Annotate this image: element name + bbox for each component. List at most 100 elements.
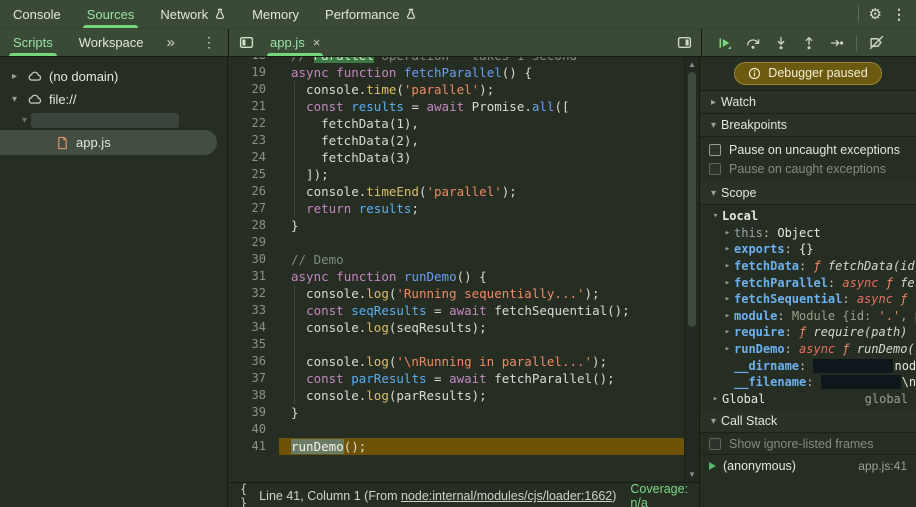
scope-row-Local[interactable]: ▾Local [700, 208, 916, 225]
line-number[interactable]: 29 [228, 234, 279, 251]
code-line-41[interactable]: 41runDemo(); [228, 438, 685, 455]
line-number[interactable]: 36 [228, 353, 279, 370]
panel-tab-memory[interactable]: Memory [239, 0, 312, 28]
pretty-print-icon[interactable]: { } [240, 482, 247, 507]
scope-row-fetchSequential[interactable]: ▸fetchSequential: async ƒ fetchSequentia… [700, 291, 916, 308]
chevron-right-icon[interactable]: ▸ [8, 71, 21, 82]
tree-item-nodomain[interactable]: ▸(no domain) [0, 65, 227, 88]
chevron-right-icon[interactable]: ▸ [721, 327, 734, 337]
scope-row-this[interactable]: ▸this: Object [700, 225, 916, 242]
code-line-37[interactable]: 37 const parResults = await fetchParalle… [228, 370, 685, 387]
line-number[interactable]: 40 [228, 421, 279, 438]
line-number[interactable]: 21 [228, 98, 279, 115]
scope-row-fetchData[interactable]: ▸fetchData: ƒ fetchData(id) [700, 258, 916, 275]
scroll-down-icon[interactable]: ▼ [685, 470, 699, 479]
scope-row-require[interactable]: ▸require: ƒ require(path) [700, 324, 916, 341]
section-scope[interactable]: ▾ Scope [700, 182, 916, 205]
deactivate-breakpoints-button[interactable] [864, 32, 889, 54]
pause-uncaught-row[interactable]: Pause on uncaught exceptions [700, 140, 916, 159]
line-number[interactable]: 25 [228, 166, 279, 183]
chevron-down-icon[interactable]: ▾ [8, 94, 21, 105]
line-number[interactable]: 38 [228, 387, 279, 404]
panel-tab-console[interactable]: Console [0, 0, 74, 28]
line-number[interactable]: 37 [228, 370, 279, 387]
code-line-28[interactable]: 28} [228, 217, 685, 234]
panel-tab-performance[interactable]: Performance [312, 0, 430, 28]
line-number[interactable]: 39 [228, 404, 279, 421]
scope-row-Global[interactable]: ▸Globalglobal [700, 391, 916, 408]
code-line-22[interactable]: 22 fetchData(1), [228, 115, 685, 132]
tree-item-folder-redacted[interactable]: ▾ [0, 111, 227, 130]
code-line-35[interactable]: 35 [228, 336, 685, 353]
chevron-right-icon[interactable]: ▸ [709, 394, 722, 404]
call-stack-frame[interactable]: (anonymous) app.js:41 [700, 455, 916, 477]
code-line-32[interactable]: 32 console.log('Running sequentially...'… [228, 285, 685, 302]
chevron-down-icon[interactable]: ▾ [709, 211, 722, 221]
navigator-toggle-icon[interactable] [239, 35, 254, 50]
code-line-29[interactable]: 29 [228, 234, 685, 251]
checkbox-icon[interactable] [709, 144, 721, 156]
code-line-38[interactable]: 38 console.log(parResults); [228, 387, 685, 404]
chevron-right-icon[interactable]: ▸ [721, 344, 734, 354]
tab-appjs[interactable]: app.js × [260, 29, 330, 56]
chevron-down-icon[interactable]: ▾ [18, 115, 31, 126]
chevron-right-icon[interactable]: ▸ [721, 228, 734, 238]
panel-tab-network[interactable]: Network [147, 0, 239, 28]
scope-row-module[interactable]: ▸module: Module {id: '.', path [700, 308, 916, 325]
code-line-27[interactable]: 27 return results; [228, 200, 685, 217]
close-icon[interactable]: × [313, 35, 321, 50]
more-vert-icon[interactable]: ⋮ [892, 6, 906, 23]
line-number[interactable]: 20 [228, 81, 279, 98]
scope-row-filename[interactable]: __filename: \nodejs [700, 374, 916, 391]
chevron-right-icon[interactable]: ▸ [721, 311, 734, 321]
line-number[interactable]: 32 [228, 285, 279, 302]
tree-item-file[interactable]: ▾file:// [0, 88, 227, 111]
ignore-listed-row[interactable]: Show ignore-listed frames [700, 433, 916, 455]
chevron-right-icon[interactable]: ▸ [721, 278, 734, 288]
navigator-tab-scripts[interactable]: Scripts [0, 29, 66, 56]
chevron-right-icon[interactable]: ▸ [721, 294, 734, 304]
checkbox-icon[interactable] [709, 438, 721, 450]
line-number[interactable]: 34 [228, 319, 279, 336]
scrollbar-thumb[interactable] [688, 72, 696, 327]
line-number[interactable]: 23 [228, 132, 279, 149]
section-watch[interactable]: ▸ Watch [700, 91, 916, 114]
navigator-tab-workspace[interactable]: Workspace [66, 29, 157, 56]
line-number[interactable]: 41 [228, 438, 279, 455]
code-line-33[interactable]: 33 const seqResults = await fetchSequent… [228, 302, 685, 319]
line-number[interactable]: 35 [228, 336, 279, 353]
line-number[interactable]: 18 [228, 57, 279, 64]
step-over-button[interactable] [740, 32, 765, 54]
gear-icon[interactable]: ⚙ [869, 5, 882, 23]
code-line-20[interactable]: 20 console.time('parallel'); [228, 81, 685, 98]
line-number[interactable]: 26 [228, 183, 279, 200]
pause-caught-row[interactable]: Pause on caught exceptions [700, 159, 916, 178]
loader-link[interactable]: node:internal/modules/cjs/loader:1662 [401, 489, 612, 503]
code-line-23[interactable]: 23 fetchData(2), [228, 132, 685, 149]
editor-scrollbar[interactable]: ▲ ▼ [684, 57, 699, 482]
step-out-button[interactable] [796, 32, 821, 54]
checkbox-icon[interactable] [709, 163, 721, 175]
navigator-more-icon[interactable]: ⋮ [202, 34, 228, 51]
code-line-36[interactable]: 36 console.log('\nRunning in parallel...… [228, 353, 685, 370]
tree-item-appjs[interactable]: app.js [0, 130, 217, 155]
hide-debugger-panel-icon[interactable] [677, 35, 692, 50]
step-button[interactable] [824, 32, 849, 54]
scope-row-fetchParallel[interactable]: ▸fetchParallel: async ƒ fetchParallel() [700, 274, 916, 291]
code-line-21[interactable]: 21 const results = await Promise.all([ [228, 98, 685, 115]
scope-row-exports[interactable]: ▸exports: {} [700, 241, 916, 258]
code-line-25[interactable]: 25 ]); [228, 166, 685, 183]
scroll-up-icon[interactable]: ▲ [685, 60, 699, 69]
code-line-24[interactable]: 24 fetchData(3) [228, 149, 685, 166]
section-breakpoints[interactable]: ▾ Breakpoints [700, 114, 916, 137]
chevron-right-icon[interactable]: ▸ [721, 261, 734, 271]
step-into-button[interactable] [768, 32, 793, 54]
code-line-34[interactable]: 34 console.log(seqResults); [228, 319, 685, 336]
tab-overflow-chevron[interactable]: » [157, 34, 184, 51]
line-number[interactable]: 30 [228, 251, 279, 268]
line-number[interactable]: 22 [228, 115, 279, 132]
scope-row-runDemo[interactable]: ▸runDemo: async ƒ runDemo() [700, 341, 916, 358]
resume-button[interactable] [712, 32, 737, 54]
scope-row-dirname[interactable]: __dirname: nodejst [700, 357, 916, 374]
code-line-30[interactable]: 30// Demo [228, 251, 685, 268]
